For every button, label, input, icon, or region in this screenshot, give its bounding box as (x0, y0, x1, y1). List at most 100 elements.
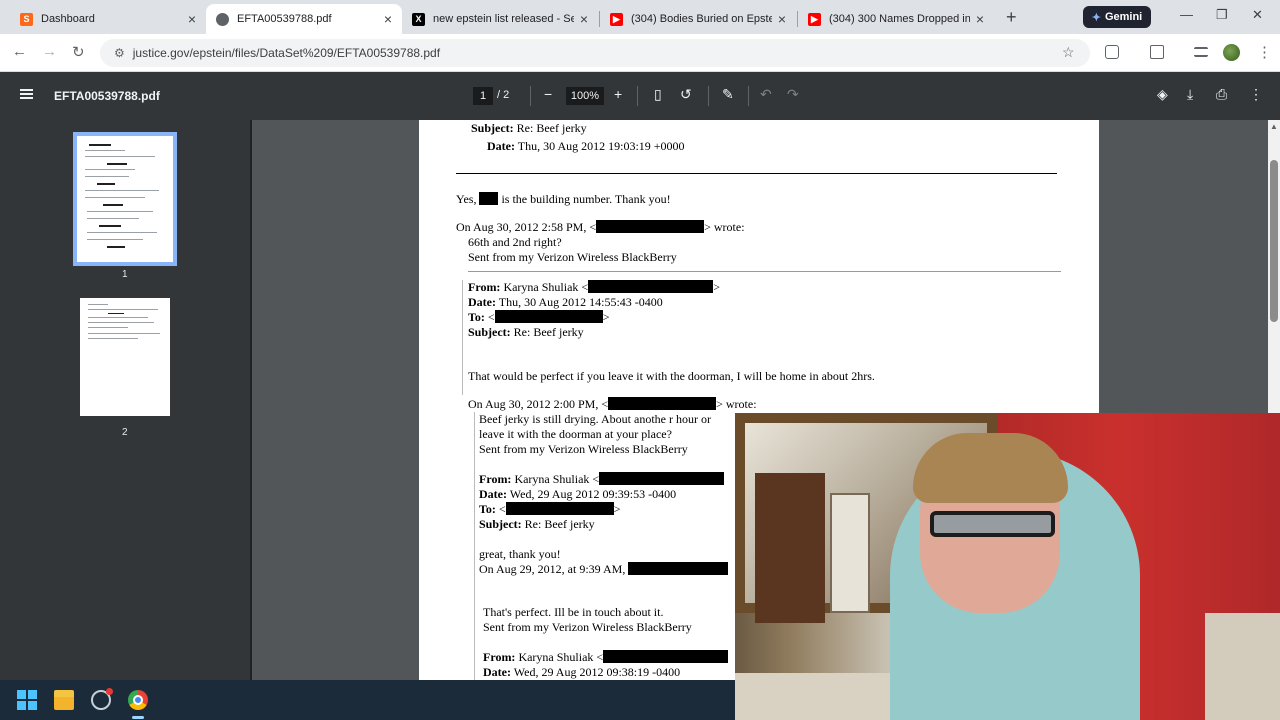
thumbnail-label: 2 (122, 427, 128, 438)
close-icon[interactable]: × (384, 11, 392, 27)
couch (1205, 613, 1280, 720)
pdf-title: EFTA00539788.pdf (54, 89, 160, 103)
close-icon[interactable]: × (976, 11, 984, 27)
gemini-button[interactable]: ✦ Gemini (1083, 6, 1151, 28)
date-line: Date: Thu, 30 Aug 2012 14:55:43 -0400 (468, 295, 663, 309)
date-line: Date: Wed, 29 Aug 2012 09:39:53 -0400 (479, 487, 677, 501)
download-icon[interactable]: ⤓ (1187, 86, 1193, 103)
active-app-indicator (132, 716, 144, 719)
redo-icon[interactable]: ↷ (787, 86, 799, 103)
url-text: justice.gov/epstein/files/DataSet%209/EF… (132, 46, 441, 60)
pdf-toolbar: EFTA00539788.pdf 1 / 2 − 100% + ▯ ↺ ✎ ↶ … (0, 72, 1280, 120)
divider (708, 86, 709, 106)
fit-page-icon[interactable]: ▯ (654, 86, 662, 103)
scroll-up-icon[interactable]: ▲ (1270, 122, 1278, 131)
tab-efta-pdf[interactable]: EFTA00539788.pdf × (206, 4, 402, 34)
profile-avatar[interactable] (1223, 44, 1240, 61)
substack-icon: S (20, 12, 33, 26)
x-icon: X (412, 12, 425, 26)
undo-icon[interactable]: ↶ (760, 86, 772, 103)
tab-label: (304) 300 Names Dropped in Ep (829, 13, 970, 25)
body-text: Sent from my Verizon Wireless BlackBerry (468, 250, 677, 264)
page-total: / 2 (497, 89, 510, 101)
tab-x-search[interactable]: X new epstein list released - Sear × (402, 4, 598, 34)
bookmark-star-icon[interactable]: ☆ (1062, 44, 1075, 61)
subject-line: Subject: Re: Beef jerky (468, 325, 584, 339)
close-window-icon[interactable]: ✕ (1252, 7, 1263, 23)
more-actions-icon[interactable]: ⋮ (1249, 86, 1263, 103)
tab-strip: S Dashboard × EFTA00539788.pdf × X new e… (0, 0, 1280, 34)
from-line: From: Karyna Shuliak < > (468, 280, 720, 294)
side-panel-icon[interactable] (1150, 45, 1164, 59)
from-line: From: Karyna Shuliak < (483, 650, 729, 664)
couch (735, 673, 895, 720)
doorway (830, 493, 870, 613)
youtube-icon: ▶ (808, 12, 821, 26)
quote-header-line: On Aug 30, 2012 2:00 PM, < > wrote: (468, 397, 757, 411)
zoom-in-icon[interactable]: + (614, 86, 622, 102)
minimize-icon[interactable]: — (1180, 7, 1193, 22)
date-line: Date: Wed, 29 Aug 2012 09:38:19 -0400 (483, 665, 681, 679)
page-thumbnail-1[interactable] (73, 132, 177, 266)
chrome-icon[interactable] (128, 690, 148, 710)
subject-header: Subject: Re: Beef jerky (471, 121, 587, 135)
thumbnail-sidebar: 1 2 (0, 120, 251, 680)
webcam-overlay (735, 413, 1280, 720)
browser-toolbar: ← → ↻ ⚙ justice.gov/epstein/files/DataSe… (0, 34, 1280, 72)
reading-list-icon[interactable] (1194, 47, 1208, 57)
close-icon[interactable]: × (580, 11, 588, 27)
forward-arrow-icon[interactable]: → (42, 43, 57, 60)
page-number-input[interactable]: 1 (473, 87, 493, 105)
page-thumbnail-2[interactable] (80, 298, 170, 416)
scrollbar-thumb[interactable] (1270, 160, 1278, 322)
person-hair (913, 433, 1068, 503)
more-menu-icon[interactable]: ⋮ (1257, 43, 1272, 61)
body-text: That's perfect. Ill be in touch about it… (483, 605, 664, 619)
body-text: 66th and 2nd right? (468, 235, 562, 249)
app-icon[interactable] (91, 688, 113, 710)
gemini-label: Gemini (1104, 11, 1143, 23)
tab-label: new epstein list released - Sear (433, 13, 574, 25)
quote-bar (462, 280, 463, 395)
zoom-out-icon[interactable]: − (544, 86, 552, 102)
reload-icon[interactable]: ↻ (72, 43, 85, 61)
extensions-icon[interactable] (1105, 45, 1119, 59)
annotate-icon[interactable]: ✎ (722, 86, 734, 103)
from-line: From: Karyna Shuliak < (479, 472, 725, 486)
reply-line: Yes, is the building number. Thank you! (456, 192, 671, 206)
cabinet (755, 473, 825, 623)
divider (530, 86, 531, 106)
zoom-input[interactable]: 100% (566, 87, 604, 105)
maximize-icon[interactable]: ❐ (1216, 7, 1228, 23)
address-bar[interactable]: ⚙ justice.gov/epstein/files/DataSet%209/… (100, 39, 1090, 67)
tab-label: (304) Bodies Buried on Epstein (631, 13, 772, 25)
menu-icon[interactable] (20, 89, 33, 99)
quote-rule (468, 271, 1061, 272)
tab-youtube-bodies[interactable]: ▶ (304) Bodies Buried on Epstein × (600, 4, 796, 34)
divider (637, 86, 638, 106)
gemini-sparkle-icon: ✦ (1091, 11, 1101, 24)
tab-label: EFTA00539788.pdf (237, 13, 332, 25)
windows-start-icon[interactable] (17, 690, 37, 710)
taskbar (0, 680, 735, 720)
lens-icon[interactable]: ◈ (1157, 86, 1168, 103)
body-text: Beef jerky is still drying. About anothe… (479, 412, 711, 426)
thumbnail-label: 1 (122, 269, 128, 280)
back-arrow-icon[interactable]: ← (12, 43, 27, 60)
date-header: Date: Thu, 30 Aug 2012 19:03:19 +0000 (487, 139, 685, 153)
tab-dashboard[interactable]: S Dashboard × (10, 4, 206, 34)
to-line: To: < > (468, 310, 610, 324)
body-text: leave it with the doorman at your place? (479, 427, 672, 441)
close-icon[interactable]: × (188, 11, 196, 27)
tab-label: Dashboard (41, 13, 95, 25)
new-tab-button[interactable]: + (1006, 7, 1017, 28)
rotate-icon[interactable]: ↺ (680, 86, 692, 103)
tab-youtube-names[interactable]: ▶ (304) 300 Names Dropped in Ep × (798, 4, 994, 34)
file-explorer-icon[interactable] (54, 690, 74, 710)
divider (748, 86, 749, 106)
body-text: great, thank you! (479, 547, 561, 561)
print-icon[interactable]: ⎙ (1216, 86, 1227, 103)
site-info-icon[interactable]: ⚙ (114, 46, 125, 60)
close-icon[interactable]: × (778, 11, 786, 27)
quote-bar (474, 412, 475, 680)
